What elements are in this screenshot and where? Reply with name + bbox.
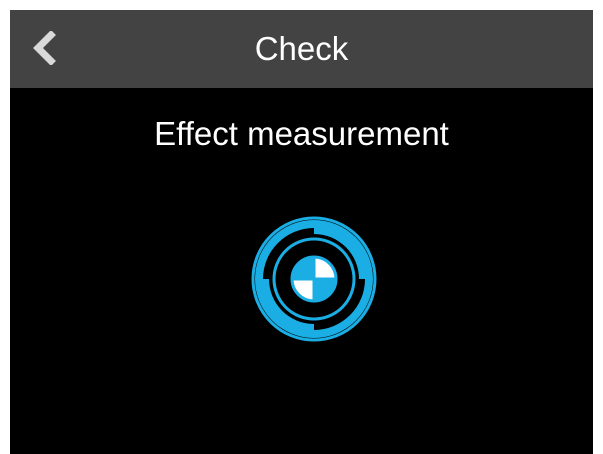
measurement-heading: Effect measurement (154, 115, 449, 152)
page-title: Check (254, 30, 349, 67)
header-bar: Check (10, 10, 593, 88)
measurement-target-icon (251, 216, 377, 342)
device-screen: Check Effect measurement (10, 10, 593, 454)
